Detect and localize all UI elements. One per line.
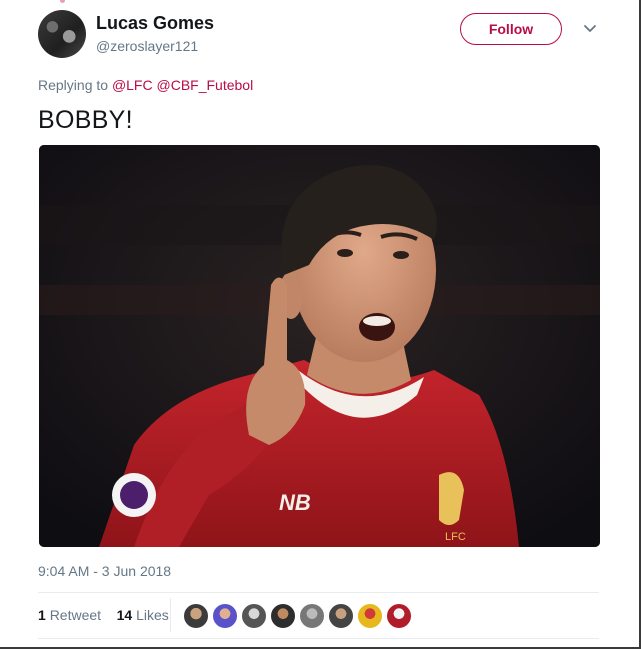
decorative-dot <box>60 0 65 3</box>
footballer-photo: NB LFC <box>39 145 600 547</box>
liker-avatar[interactable] <box>328 603 354 629</box>
liker-avatar[interactable] <box>386 603 412 629</box>
chevron-down-icon[interactable] <box>582 20 598 36</box>
liker-avatar[interactable] <box>183 603 209 629</box>
mention-lfc[interactable]: @LFC <box>112 77 153 93</box>
liker-avatar[interactable] <box>299 603 325 629</box>
divider <box>38 638 599 639</box>
replying-to: Replying to @LFC @CBF_Futebol <box>38 77 253 93</box>
liker-avatar[interactable] <box>241 603 267 629</box>
liker-avatar[interactable] <box>212 603 238 629</box>
like-label[interactable]: Likes <box>136 607 169 623</box>
crest-text: LFC <box>445 531 466 543</box>
retweet-count[interactable]: 1 <box>38 607 46 623</box>
tweet-header: Lucas Gomes @zeroslayer121 Follow <box>38 10 601 60</box>
tweet-image[interactable]: NB LFC <box>39 145 600 547</box>
like-count[interactable]: 14 <box>117 607 133 623</box>
stats-separator <box>170 598 171 632</box>
retweet-label[interactable]: Retweet <box>50 607 101 623</box>
follow-button[interactable]: Follow <box>460 13 562 45</box>
kit-brand-logo: NB <box>279 490 311 515</box>
tweet-stats: 1 Retweet 14 Likes <box>38 607 169 623</box>
divider <box>38 592 599 593</box>
author-name[interactable]: Lucas Gomes <box>96 13 214 34</box>
avatar[interactable] <box>38 10 86 58</box>
mention-cbf[interactable]: @CBF_Futebol <box>157 77 254 93</box>
liker-avatar[interactable] <box>357 603 383 629</box>
tweet-text: BOBBY! <box>38 106 133 134</box>
liker-avatar[interactable] <box>270 603 296 629</box>
replying-prefix: Replying to <box>38 77 109 93</box>
tweet-timestamp[interactable]: 9:04 AM - 3 Jun 2018 <box>38 563 171 579</box>
author-handle[interactable]: @zeroslayer121 <box>96 38 198 54</box>
